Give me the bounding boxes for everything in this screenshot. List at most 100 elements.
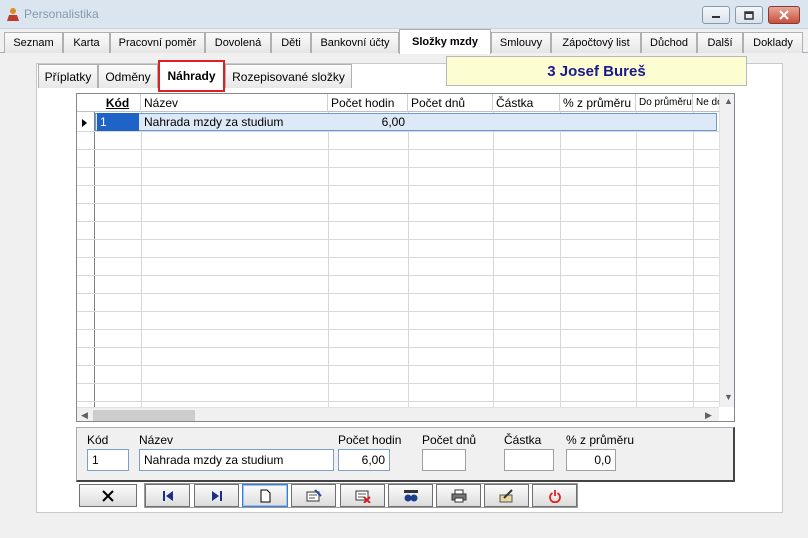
cell-ne-do[interactable] bbox=[693, 113, 717, 131]
tab-karta[interactable]: Karta bbox=[63, 32, 110, 53]
tab-deti[interactable]: Děti bbox=[271, 32, 311, 53]
grid-row-line bbox=[77, 275, 719, 276]
castka-field[interactable] bbox=[504, 449, 554, 471]
pocet-hodin-field[interactable]: 6,00 bbox=[338, 449, 390, 471]
close-icon bbox=[779, 10, 789, 20]
subtab-label: Rozepisované složky bbox=[232, 69, 345, 84]
search-button[interactable] bbox=[388, 484, 433, 507]
delete-record-button[interactable] bbox=[340, 484, 385, 507]
column-header-castka[interactable]: Částka bbox=[493, 94, 560, 112]
tab-zapoctovy-list[interactable]: Zápočtový list bbox=[551, 32, 641, 53]
minimize-icon bbox=[712, 16, 720, 18]
scroll-right-icon[interactable]: ▶ bbox=[705, 410, 712, 421]
label-pocet-hodin: Počet hodin bbox=[338, 433, 402, 447]
tab-smlouvy[interactable]: Smlouvy bbox=[491, 32, 551, 53]
grid-row-line bbox=[77, 239, 719, 240]
tab-label: Smlouvy bbox=[499, 37, 543, 49]
label-kod: Kód bbox=[87, 433, 109, 447]
pocet-dnu-field[interactable] bbox=[422, 449, 466, 471]
cell-kod[interactable]: 1 bbox=[97, 113, 139, 131]
exit-button[interactable] bbox=[532, 484, 577, 507]
tab-bankovni-ucty[interactable]: Bankovní účty bbox=[311, 32, 399, 53]
column-header-pocet-hodin[interactable]: Počet hodin bbox=[328, 94, 408, 112]
cell-pocet-hodin[interactable]: 6,00 bbox=[328, 113, 408, 131]
tab-slozky-mzdy[interactable]: Složky mzdy bbox=[399, 29, 491, 54]
scroll-left-icon[interactable]: ◀ bbox=[81, 410, 88, 421]
new-record-button[interactable] bbox=[242, 484, 288, 507]
edit-record-button[interactable] bbox=[291, 484, 336, 507]
close-button[interactable] bbox=[768, 6, 800, 24]
subtab-odmeny[interactable]: Odměny bbox=[98, 64, 158, 88]
vertical-scrollbar[interactable]: ▲ ▼ bbox=[719, 94, 734, 407]
edit-record-icon bbox=[306, 488, 322, 501]
cell-castka[interactable] bbox=[493, 113, 560, 131]
maximize-icon bbox=[744, 10, 754, 20]
grid-column-line bbox=[328, 112, 329, 407]
kod-field[interactable]: 1 bbox=[87, 449, 129, 471]
grid-row-line bbox=[77, 311, 719, 312]
maximize-button[interactable] bbox=[735, 6, 763, 24]
column-header-procento[interactable]: % z průměru bbox=[560, 94, 636, 112]
label-procento: % z průměru bbox=[566, 433, 635, 447]
tab-duchod[interactable]: Důchod bbox=[641, 32, 697, 53]
subtab-nahrady[interactable]: Náhrady bbox=[158, 60, 225, 92]
cell-nazev[interactable]: Nahrada mzdy za studium bbox=[141, 113, 328, 131]
row-indicator-column bbox=[77, 94, 95, 407]
grid-row-line bbox=[77, 149, 719, 150]
first-record-button[interactable] bbox=[145, 484, 190, 507]
grid-row-line bbox=[77, 401, 719, 402]
scroll-down-icon[interactable]: ▼ bbox=[724, 392, 733, 402]
scroll-up-icon[interactable]: ▲ bbox=[724, 96, 733, 106]
grid-column-line bbox=[408, 112, 409, 407]
power-icon bbox=[548, 489, 561, 503]
tab-label: Důchod bbox=[650, 37, 688, 49]
grid-row-line bbox=[77, 221, 719, 222]
print-icon bbox=[451, 489, 466, 502]
minimize-button[interactable] bbox=[702, 6, 730, 24]
last-record-button[interactable] bbox=[194, 484, 239, 507]
tab-label: Dovolená bbox=[214, 37, 262, 49]
grid-column-line bbox=[141, 112, 142, 407]
column-header-nazev[interactable]: Název bbox=[141, 94, 328, 112]
column-header-kod[interactable]: Kód bbox=[95, 94, 141, 112]
subtab-priplatky[interactable]: Příplatky bbox=[38, 64, 98, 88]
employee-name-display: 3 Josef Bureš bbox=[446, 56, 747, 86]
tab-label: Děti bbox=[281, 37, 301, 49]
data-grid[interactable]: Kód Název Počet hodin Počet dnů Částka %… bbox=[76, 93, 735, 422]
column-header-do-prumeru[interactable]: Do průměru bbox=[636, 94, 693, 112]
grid-row-line bbox=[77, 365, 719, 366]
tab-seznam[interactable]: Seznam bbox=[4, 32, 63, 53]
grid-column-line bbox=[636, 112, 637, 407]
nazev-field[interactable]: Nahrada mzdy za studium bbox=[139, 449, 334, 471]
cancel-button[interactable] bbox=[79, 484, 137, 507]
detail-form: Kód Název Počet hodin Počet dnů Částka %… bbox=[76, 427, 735, 482]
cell-procento[interactable] bbox=[560, 113, 636, 131]
column-header-pocet-dnu[interactable]: Počet dnů bbox=[408, 94, 493, 112]
export-button[interactable] bbox=[484, 484, 529, 507]
delete-record-icon bbox=[355, 490, 371, 503]
cell-do-prumeru[interactable] bbox=[636, 113, 693, 131]
horizontal-scroll-thumb[interactable] bbox=[93, 410, 195, 421]
tab-dalsi[interactable]: Další bbox=[697, 32, 743, 53]
procento-field[interactable]: 0,0 bbox=[566, 449, 616, 471]
tab-label: Seznam bbox=[13, 37, 54, 49]
grid-row-line bbox=[77, 257, 719, 258]
label-castka: Částka bbox=[504, 433, 542, 447]
subtab-label: Náhrady bbox=[167, 69, 216, 83]
subtab-rozepisovane-slozky[interactable]: Rozepisované složky bbox=[225, 64, 352, 88]
tab-label: Doklady bbox=[753, 37, 793, 49]
grid-row-line bbox=[77, 131, 719, 132]
tab-pracovni-pomer[interactable]: Pracovní poměr bbox=[110, 32, 205, 53]
column-header-ne-do[interactable]: Ne do bbox=[693, 94, 719, 112]
tab-label: Bankovní účty bbox=[320, 37, 390, 49]
tab-label: Složky mzdy bbox=[411, 36, 479, 48]
search-icon bbox=[403, 489, 418, 501]
cell-pocet-dnu[interactable] bbox=[408, 113, 493, 131]
print-button[interactable] bbox=[436, 484, 481, 507]
app-person-icon bbox=[7, 8, 19, 21]
new-record-icon bbox=[260, 489, 271, 502]
tab-doklady[interactable]: Doklady bbox=[743, 32, 803, 53]
tab-dovolena[interactable]: Dovolená bbox=[205, 32, 271, 53]
tab-label: Zápočtový list bbox=[562, 37, 630, 49]
horizontal-scrollbar[interactable]: ◀ ▶ bbox=[77, 407, 719, 421]
